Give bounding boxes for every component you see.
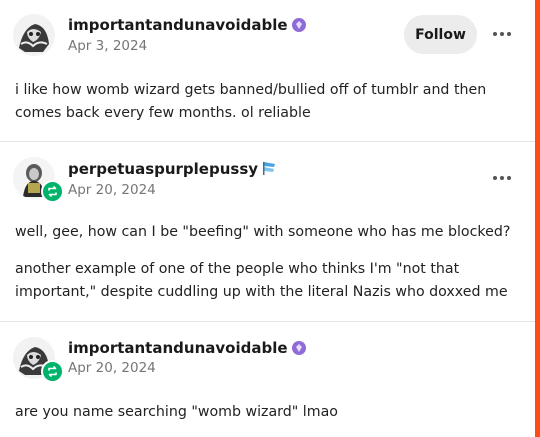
more-options-icon[interactable]	[491, 23, 513, 45]
username[interactable]: importantandunavoidable	[68, 339, 306, 359]
follow-button[interactable]: Follow	[404, 15, 477, 54]
avatar[interactable]	[13, 157, 64, 203]
reblog-icon	[41, 360, 64, 383]
post-2: perpetuaspurplepussy Apr 20, 2024 well, …	[0, 142, 535, 322]
purple-gem-badge-icon	[291, 341, 306, 359]
post-body: i like how womb wizard gets banned/bulli…	[15, 79, 515, 125]
scroll-accent-bar	[535, 0, 540, 437]
post-body: well, gee, how can I be "beefing" with s…	[15, 221, 515, 304]
purple-gem-badge-icon	[291, 18, 306, 36]
post-body: are you name searching "womb wizard" lma…	[15, 401, 515, 424]
post-paragraph: another example of one of the people who…	[15, 261, 508, 300]
post-1: importantandunavoidable Apr 3, 2024 Foll…	[0, 0, 535, 142]
username[interactable]: perpetuaspurplepussy	[68, 160, 276, 180]
post-3: importantandunavoidable Apr 20, 2024 are…	[0, 322, 535, 437]
blue-pennant-badge-icon	[262, 161, 276, 180]
post-paragraph: well, gee, how can I be "beefing" with s…	[15, 224, 511, 240]
post-date[interactable]: Apr 3, 2024	[68, 38, 147, 54]
more-options-icon[interactable]	[491, 167, 513, 189]
post-paragraph: i like how womb wizard gets banned/bulli…	[15, 82, 487, 121]
username[interactable]: importantandunavoidable	[68, 16, 306, 36]
reblog-icon	[41, 180, 64, 203]
post-date[interactable]: Apr 20, 2024	[68, 360, 156, 376]
avatar[interactable]	[13, 337, 64, 383]
post-date[interactable]: Apr 20, 2024	[68, 182, 156, 198]
avatar[interactable]	[13, 14, 55, 56]
post-paragraph: are you name searching "womb wizard" lma…	[15, 404, 338, 420]
